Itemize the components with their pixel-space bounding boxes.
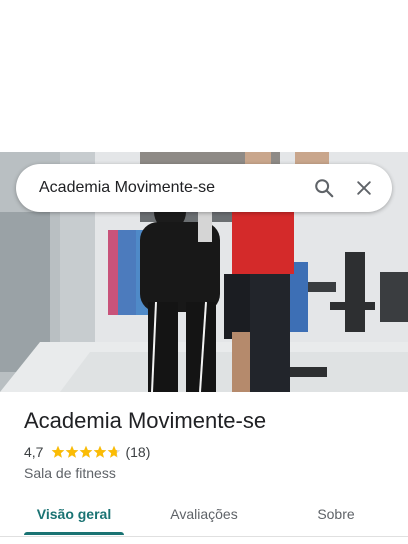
star-icon [52,445,65,458]
rating-value: 4,7 [24,444,44,460]
star-icon [80,445,93,458]
star-icon [94,445,107,458]
active-tab-indicator [24,532,124,535]
star-icon [108,445,121,458]
close-icon[interactable] [344,168,384,208]
tab-overview[interactable]: Visão geral [24,496,124,532]
tab-about[interactable]: Sobre [300,496,372,532]
star-icon [66,445,79,458]
tab-bar: Visão geral Avaliações Sobre [0,496,408,537]
tab-reviews[interactable]: Avaliações [150,496,258,532]
search-input[interactable]: Academia Movimente-se [39,179,304,197]
search-bar[interactable]: Academia Movimente-se [16,164,392,212]
place-category[interactable]: Sala de fitness [24,465,116,481]
star-rating [51,445,121,459]
search-icon[interactable] [304,168,344,208]
map-blank-area [0,0,408,152]
review-count[interactable]: (18) [125,444,150,460]
place-name: Academia Movimente-se [24,408,267,433]
rating-row[interactable]: 4,7 (18) [24,444,150,460]
